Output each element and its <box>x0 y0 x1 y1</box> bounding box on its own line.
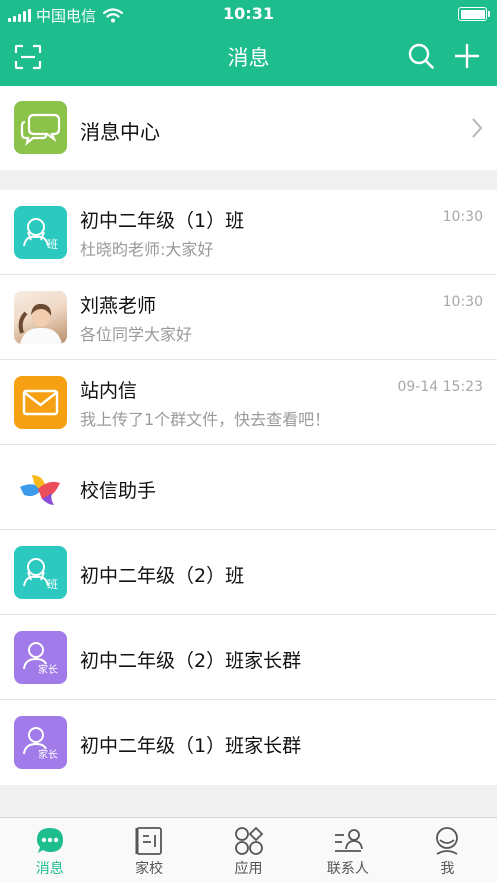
message-center-label: 消息中心 <box>80 120 160 144</box>
conversation-time: 09-14 15:23 <box>397 379 483 395</box>
tab-bar: 消息 家校 应用 联系人 我 <box>0 817 497 883</box>
status-time: 10:31 <box>223 4 274 23</box>
tab-apps[interactable]: 应用 <box>199 818 298 883</box>
parent-icon: 家长 <box>14 716 67 769</box>
svg-text:家长: 家长 <box>38 663 58 676</box>
conversation-item[interactable]: 家长 初中二年级（2）班家长群 <box>0 615 497 700</box>
conversation-name: 站内信 <box>80 380 138 402</box>
book-icon <box>135 827 163 855</box>
tab-contacts[interactable]: 联系人 <box>298 818 397 883</box>
conversation-item[interactable]: 班 初中二年级（2）班 <box>0 530 497 615</box>
teacher-avatar <box>14 291 67 344</box>
search-icon[interactable] <box>407 42 435 70</box>
battery-icon <box>458 7 490 21</box>
conversation-preview: 各位同学大家好 <box>80 325 193 344</box>
message-center-row[interactable]: 消息中心 <box>0 86 497 170</box>
conversation-item[interactable]: 刘燕老师 各位同学大家好 10:30 <box>0 275 497 360</box>
conversation-name: 初中二年级（1）班 <box>80 210 245 232</box>
profile-icon <box>436 827 459 855</box>
conversation-preview: 我上传了1个群文件，快去查看吧！ <box>80 410 331 429</box>
tab-label: 联系人 <box>326 861 369 877</box>
message-icon <box>36 828 63 853</box>
svg-text:班: 班 <box>47 238 58 251</box>
chevron-right-icon <box>472 118 483 138</box>
conversation-item[interactable]: 站内信 我上传了1个群文件，快去查看吧！ 09-14 15:23 <box>0 360 497 445</box>
conversation-item[interactable]: 校信助手 <box>0 445 497 530</box>
svg-text:班: 班 <box>47 578 58 591</box>
apps-icon <box>234 826 263 855</box>
class-icon: 班 <box>14 206 67 259</box>
parent-icon: 家长 <box>14 631 67 684</box>
conversation-list: 班 初中二年级（1）班 杜晓昀老师:大家好 10:30 刘燕老师 各位同学大家好… <box>0 190 497 785</box>
nav-bar: 消息 <box>0 28 497 86</box>
status-bar: 中国电信 10:31 <box>0 0 497 28</box>
tab-me[interactable]: 我 <box>398 818 497 883</box>
contacts-icon <box>334 829 363 852</box>
conversation-item[interactable]: 班 初中二年级（1）班 杜晓昀老师:大家好 10:30 <box>0 190 497 275</box>
tab-home-school[interactable]: 家校 <box>99 818 198 883</box>
tab-label: 应用 <box>234 861 263 877</box>
conversation-name: 初中二年级（1）班家长群 <box>80 735 302 757</box>
chat-bubbles-icon <box>14 101 67 154</box>
conversation-name: 刘燕老师 <box>80 295 157 317</box>
conversation-time: 10:30 <box>442 209 483 225</box>
class-icon: 班 <box>14 546 67 599</box>
conversation-item[interactable]: 家长 初中二年级（1）班家长群 <box>0 700 497 785</box>
tab-messages[interactable]: 消息 <box>0 818 99 883</box>
conversation-name: 初中二年级（2）班 <box>80 565 245 587</box>
tab-label: 我 <box>440 861 455 877</box>
conversation-time: 10:30 <box>442 294 483 310</box>
bird-logo-icon <box>14 461 67 514</box>
conversation-name: 初中二年级（2）班家长群 <box>80 650 302 672</box>
app-header: 中国电信 10:31 消息 <box>0 0 497 86</box>
svg-text:家长: 家长 <box>38 748 58 761</box>
tab-label: 家校 <box>135 861 164 877</box>
conversation-name: 校信助手 <box>80 480 157 502</box>
envelope-icon <box>14 376 67 429</box>
tab-label: 消息 <box>35 861 64 877</box>
plus-icon[interactable] <box>453 42 481 70</box>
conversation-preview: 杜晓昀老师:大家好 <box>80 240 214 259</box>
